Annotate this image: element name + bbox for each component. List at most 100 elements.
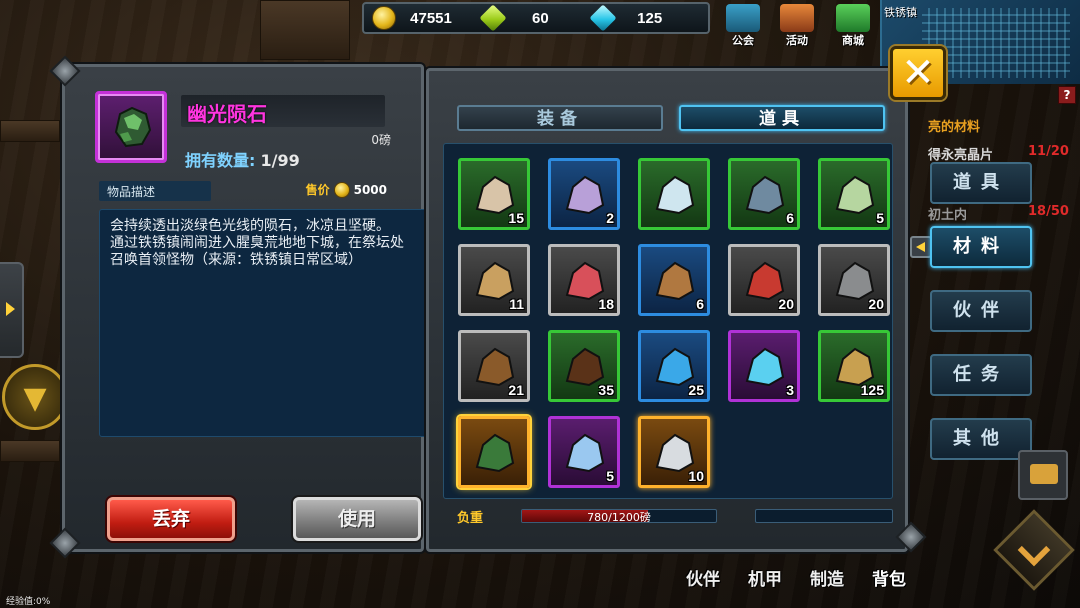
inventory-panel: 装备 道具 15 2 6 5 11 18 6 20 20 21 35 25 3 125 5 10 负重 780…: [426, 68, 908, 552]
inventory-slot-test-tube[interactable]: [638, 158, 710, 230]
diamond-currency: 125: [589, 4, 700, 32]
category-partners[interactable]: 伙伴: [930, 290, 1032, 332]
side-expand-button[interactable]: [0, 262, 24, 358]
inventory-grid: 15 2 6 5 11 18 6 20 20 21 35 25 3 125 5 10: [443, 143, 893, 499]
world-beam: [260, 0, 350, 60]
gold-coin-icon: [372, 6, 396, 30]
gold-currency: 47551: [372, 6, 481, 30]
gold-amount: 47551: [410, 9, 452, 27]
item-name-box: 幽光陨石: [181, 95, 385, 127]
inventory-slot-purple-powder[interactable]: 2: [548, 158, 620, 230]
inventory-slot-glow-meteorite[interactable]: [458, 416, 530, 488]
use-button[interactable]: 使用: [293, 497, 421, 541]
glow-meteorite-icon: [114, 106, 152, 148]
category-pointer-icon: [910, 236, 932, 258]
category-materials[interactable]: 材料: [930, 226, 1032, 268]
description-text: 会持续透出淡绿色光线的陨石，冰凉且坚硬。 通过铁锈镇闹闹进入腥臭荒地地下城，在祭…: [110, 218, 404, 268]
inventory-slot-iron-scrap[interactable]: 20: [818, 244, 890, 316]
shop-cart-icon: [836, 4, 870, 32]
load-label: 负重: [457, 511, 484, 526]
nav-backpack[interactable]: 背包: [858, 562, 920, 602]
inventory-slot-prism-gem[interactable]: 5: [548, 416, 620, 488]
nav-mecha[interactable]: 机甲: [734, 562, 796, 602]
item-detail-panel: 幽光陨石 0磅 拥有数量: 1/99 物品描述 售价 5000 会持续透出淡绿色…: [62, 64, 427, 552]
chat-icon[interactable]: [1018, 450, 1068, 500]
green-powder-icon: [835, 175, 875, 215]
tab-items[interactable]: 道具: [679, 105, 885, 131]
inventory-slot-silver-ingot[interactable]: 10: [638, 416, 710, 488]
item-count: 3: [786, 382, 794, 398]
inventory-slot-blue-crystal-cube[interactable]: 25: [638, 330, 710, 402]
owned-label: 拥有数量:: [185, 151, 256, 170]
mushrooms-icon: [655, 261, 695, 301]
description-box: 会持续透出淡绿色光线的陨石，冰凉且坚硬。 通过铁锈镇闹闹进入腥臭荒地地下城，在祭…: [99, 209, 427, 437]
iron-clamp-icon: [745, 175, 785, 215]
category-others[interactable]: 其他: [930, 418, 1032, 460]
item-count: 15: [508, 210, 524, 226]
quest-title: 亮的材料: [928, 120, 981, 135]
prism-gem-icon: [565, 433, 605, 473]
item-count: 18: [598, 296, 614, 312]
item-count: 25: [688, 382, 704, 398]
category-items[interactable]: 道具: [930, 162, 1032, 204]
guild-button[interactable]: 公会: [716, 4, 770, 52]
shop-button[interactable]: 商城: [826, 4, 880, 52]
item-count: 10: [688, 468, 704, 484]
load-bar: 780/1200磅: [521, 509, 717, 523]
load-extra-bar: [755, 509, 893, 523]
inventory-slot-sand-pile[interactable]: 15: [458, 158, 530, 230]
green-gem-currency: 60: [479, 4, 590, 32]
quest-objective: 初土内: [928, 208, 968, 223]
item-count: 20: [778, 296, 794, 312]
item-count: 20: [868, 296, 884, 312]
nav-crafting[interactable]: 制造: [796, 562, 858, 602]
description-label-box: 物品描述: [99, 181, 211, 201]
glow-meteorite-icon: [475, 433, 515, 473]
green-gem-amount: 60: [531, 9, 549, 27]
event-icon: [780, 4, 814, 32]
inventory-slot-red-fang[interactable]: 20: [728, 244, 800, 316]
inventory-slot-raw-meat[interactable]: 18: [548, 244, 620, 316]
purple-powder-icon: [565, 175, 605, 215]
world-beam: [0, 440, 60, 462]
item-count: 11: [509, 296, 524, 312]
item-count: 21: [508, 382, 524, 398]
sell-price: 售价 5000: [306, 181, 387, 198]
inventory-slot-potato[interactable]: 11: [458, 244, 530, 316]
inventory-slot-mushrooms[interactable]: 6: [638, 244, 710, 316]
item-name: 幽光陨石: [187, 102, 267, 126]
item-count: 6: [786, 210, 794, 226]
item-count: 5: [606, 468, 614, 484]
discard-button[interactable]: 丢弃: [107, 497, 235, 541]
quest-progress: 18/50: [1028, 204, 1069, 219]
price-value: 5000: [353, 182, 387, 197]
inventory-slot-green-powder[interactable]: 5: [818, 158, 890, 230]
description-label: 物品描述: [107, 185, 156, 199]
world-beam: [0, 120, 60, 142]
item-count: 6: [696, 296, 704, 312]
tab-equipment[interactable]: 装备: [457, 105, 663, 131]
quest-objective: 得永亮晶片: [928, 148, 994, 163]
inventory-slot-fuel-canister[interactable]: 125: [818, 330, 890, 402]
inventory-slot-chocolate-cube[interactable]: 35: [548, 330, 620, 402]
exp-text: 经验值:0%: [6, 597, 51, 607]
inventory-slot-leather-hide[interactable]: 21: [458, 330, 530, 402]
item-weight: 0磅: [371, 133, 391, 147]
owned-value: 1/99: [260, 151, 300, 170]
quest-progress: 11/20: [1028, 144, 1069, 159]
currency-bar: 47551 60 125: [362, 2, 710, 34]
diamond-amount: 125: [637, 9, 663, 27]
help-button[interactable]: ?: [1058, 86, 1076, 104]
event-button[interactable]: 活动: [770, 4, 824, 52]
test-tube-icon: [655, 175, 695, 215]
inventory-slot-iron-clamp[interactable]: 6: [728, 158, 800, 230]
close-icon: ✕: [901, 50, 935, 96]
blue-diamond-icon: [589, 4, 617, 32]
category-quests[interactable]: 任务: [930, 354, 1032, 396]
inventory-slot-energy-capsule[interactable]: 3: [728, 330, 800, 402]
nav-partners[interactable]: 伙伴: [672, 562, 734, 602]
load-text: 780/1200磅: [587, 511, 651, 523]
item-count: 5: [876, 210, 884, 226]
rank-medal-icon[interactable]: [2, 364, 68, 430]
close-button[interactable]: ✕: [890, 46, 946, 100]
